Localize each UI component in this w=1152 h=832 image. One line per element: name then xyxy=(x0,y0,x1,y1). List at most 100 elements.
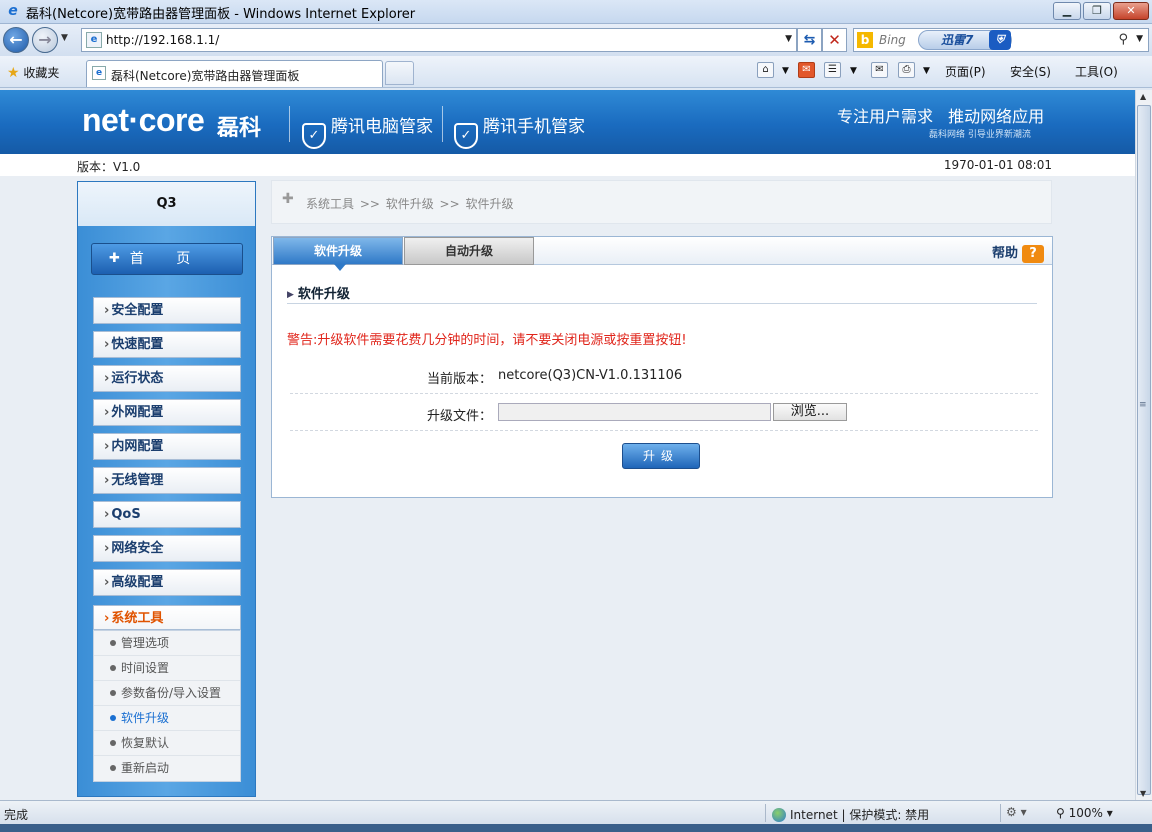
page-icon: e xyxy=(86,32,102,48)
home-button[interactable]: ✚ 首 页 xyxy=(91,243,243,275)
menu-advanced-config[interactable]: › 高级配置 xyxy=(93,569,241,596)
stop-icon: ✕ xyxy=(828,31,841,49)
info-bar: 版本：V1.0 1970-01-01 08:01 xyxy=(0,154,1135,176)
breadcrumb: ✚ 系统工具 >> 软件升级 >> 软件升级 xyxy=(271,180,1052,224)
upgrade-file-input[interactable] xyxy=(498,403,771,421)
chevron-right-icon: › xyxy=(104,473,110,488)
chevron-right-icon: › xyxy=(104,507,110,522)
address-bar[interactable]: e http://192.168.1.1/ ▼ xyxy=(81,28,797,52)
scroll-up-icon[interactable]: ▲ xyxy=(1140,92,1146,101)
print-icon[interactable]: ⎙ xyxy=(898,62,915,78)
mail-icon[interactable]: ✉ xyxy=(871,62,888,78)
help-icon: ? xyxy=(1022,245,1044,263)
navigation-bar: ← → ▼ e http://192.168.1.1/ ▼ ⇆ ✕ b Bing… xyxy=(0,24,1152,56)
scrollbar-thumb[interactable] xyxy=(1137,105,1151,795)
tencent-shield-icon: ✓ xyxy=(454,123,478,149)
section-title: ▶ 软件升级 xyxy=(287,287,350,302)
stop-button[interactable]: ✕ xyxy=(822,28,847,52)
menu-wireless[interactable]: › 无线管理 xyxy=(93,467,241,494)
maximize-button[interactable]: ❐ xyxy=(1083,2,1111,20)
sparkle-plus-icon: ✚ xyxy=(282,191,294,207)
close-button[interactable]: ✕ xyxy=(1113,2,1149,20)
current-version-label: 当前版本： xyxy=(427,372,493,387)
submenu-time-settings[interactable]: 时间设置 xyxy=(94,656,240,681)
menu-network-security[interactable]: › 网络安全 xyxy=(93,535,241,562)
page-menu[interactable]: 页面(P) xyxy=(945,63,986,80)
tab-title: 磊科(Netcore)宽带路由器管理面板 xyxy=(111,69,300,83)
menu-quick-config[interactable]: › 快速配置 xyxy=(93,331,241,358)
weibo-icon[interactable]: ✉ xyxy=(798,62,815,78)
firmware-version: 版本：V1.0 xyxy=(77,160,141,174)
submenu-reboot[interactable]: 重新启动 xyxy=(94,756,240,781)
submenu-backup-restore[interactable]: 参数备份/导入设置 xyxy=(94,681,240,706)
print-dropdown-icon[interactable]: ▼ xyxy=(923,66,930,76)
ie-logo-icon: e xyxy=(8,3,18,19)
upgrade-button[interactable]: 升级 xyxy=(622,443,700,469)
upgrade-file-label: 升级文件： xyxy=(427,409,493,424)
system-tools-submenu: 管理选项 时间设置 参数备份/导入设置 软件升级 恢复默认 重新启动 xyxy=(93,630,241,782)
forward-arrow-icon: → xyxy=(38,30,52,49)
home-icon[interactable]: ⌂ xyxy=(757,62,774,78)
router-header: net·core 磊科 ✓ 腾讯电脑管家 ✓ 腾讯手机管家 专注用户需求 推动网络应… xyxy=(0,90,1135,154)
search-icon[interactable]: ⚲ xyxy=(1118,32,1128,47)
safety-menu[interactable]: 安全(S) xyxy=(1010,63,1051,80)
search-dropdown-icon[interactable]: ▼ xyxy=(1136,34,1143,44)
browse-button[interactable]: 浏览... xyxy=(773,403,847,421)
menu-wan-config[interactable]: › 外网配置 xyxy=(93,399,241,426)
home-dropdown-icon[interactable]: ▼ xyxy=(782,66,789,76)
feeds-dropdown-icon[interactable]: ▼ xyxy=(850,66,857,76)
browser-tab[interactable]: e 磊科(Netcore)宽带路由器管理面板 xyxy=(86,60,383,87)
forward-button[interactable]: → xyxy=(32,27,58,53)
new-tab-button[interactable] xyxy=(385,61,414,85)
grip-icon: ≡ xyxy=(1139,400,1147,410)
history-dropdown-icon[interactable]: ▼ xyxy=(61,33,68,43)
address-url[interactable]: http://192.168.1.1/ xyxy=(106,33,219,47)
windows-taskbar xyxy=(0,824,1152,832)
security-zone[interactable]: Internet | 保护模式: 禁用 xyxy=(772,806,929,823)
submenu-admin-options[interactable]: 管理选项 xyxy=(94,631,240,656)
menu-status[interactable]: › 运行状态 xyxy=(93,365,241,392)
search-placeholder[interactable]: Bing xyxy=(879,33,906,47)
panel-tabbar: 软件升级 自动升级 帮助? xyxy=(272,237,1052,271)
system-clock: 1970-01-01 08:01 xyxy=(943,158,1052,172)
back-button[interactable]: ← xyxy=(3,27,29,53)
protected-mode-icon[interactable]: ⚙ ▾ xyxy=(1006,805,1027,819)
bullet-icon xyxy=(110,765,116,771)
tab-firmware-upgrade[interactable]: 软件升级 xyxy=(273,237,403,271)
chevron-right-icon: › xyxy=(104,439,110,454)
minimize-button[interactable]: ▁ xyxy=(1053,2,1081,20)
submenu-firmware-upgrade[interactable]: 软件升级 xyxy=(94,706,240,731)
menu-qos[interactable]: › QoS xyxy=(93,501,241,528)
header-slogan: 专注用户需求 推动网络应用 xyxy=(837,107,1045,126)
address-dropdown-icon[interactable]: ▼ xyxy=(785,34,792,44)
sidebar: Q3 ✚ 首 页 › 安全配置 › 快速配置 › 运行状态 › 外网配置 › 内网配置 › 无… xyxy=(77,181,256,797)
menu-system-tools[interactable]: › 系统工具 xyxy=(93,605,241,630)
status-bar: 完成 Internet | 保护模式: 禁用 ⚙ ▾ ⚲ 100% ▾ xyxy=(0,800,1152,824)
bullet-icon xyxy=(110,740,116,746)
scroll-down-icon[interactable]: ▼ xyxy=(1140,789,1146,798)
tools-menu[interactable]: 工具(O) xyxy=(1075,63,1118,80)
menu-lan-config[interactable]: › 内网配置 xyxy=(93,433,241,460)
search-box[interactable]: b Bing 迅雷7 ⛨ ⚲ ▼ xyxy=(853,28,1149,52)
zoom-level[interactable]: ⚲ 100% ▾ xyxy=(1056,806,1113,820)
chevron-right-icon: › xyxy=(104,405,110,420)
refresh-button[interactable]: ⇆ xyxy=(797,28,822,52)
triangle-right-icon: ▶ xyxy=(287,290,294,300)
header-divider xyxy=(442,106,443,142)
help-link[interactable]: 帮助? xyxy=(992,242,1044,263)
tab-page-icon: e xyxy=(92,66,106,80)
zoom-icon: ⚲ xyxy=(1056,806,1065,820)
tab-auto-upgrade[interactable]: 自动升级 xyxy=(404,237,534,265)
tencent-shield-icon: ✓ xyxy=(302,123,326,149)
xunlei-button[interactable]: 迅雷7 ⛨ xyxy=(918,30,1012,50)
globe-icon xyxy=(772,808,786,822)
command-bar: ★ 收藏夹 e 磊科(Netcore)宽带路由器管理面板 ⌂ ▼ ✉ ☰ ▼ ✉… xyxy=(0,56,1152,88)
submenu-factory-reset[interactable]: 恢复默认 xyxy=(94,731,240,756)
xunlei-label: 迅雷7 xyxy=(941,33,974,47)
feeds-icon[interactable]: ☰ xyxy=(824,62,841,78)
plus-icon: ✚ xyxy=(109,251,120,266)
menu-security-config[interactable]: › 安全配置 xyxy=(93,297,241,324)
favorites-button[interactable]: ★ 收藏夹 xyxy=(7,64,59,81)
vertical-scrollbar[interactable]: ▲ ≡ ▼ xyxy=(1135,90,1152,800)
row-divider xyxy=(290,393,1038,394)
